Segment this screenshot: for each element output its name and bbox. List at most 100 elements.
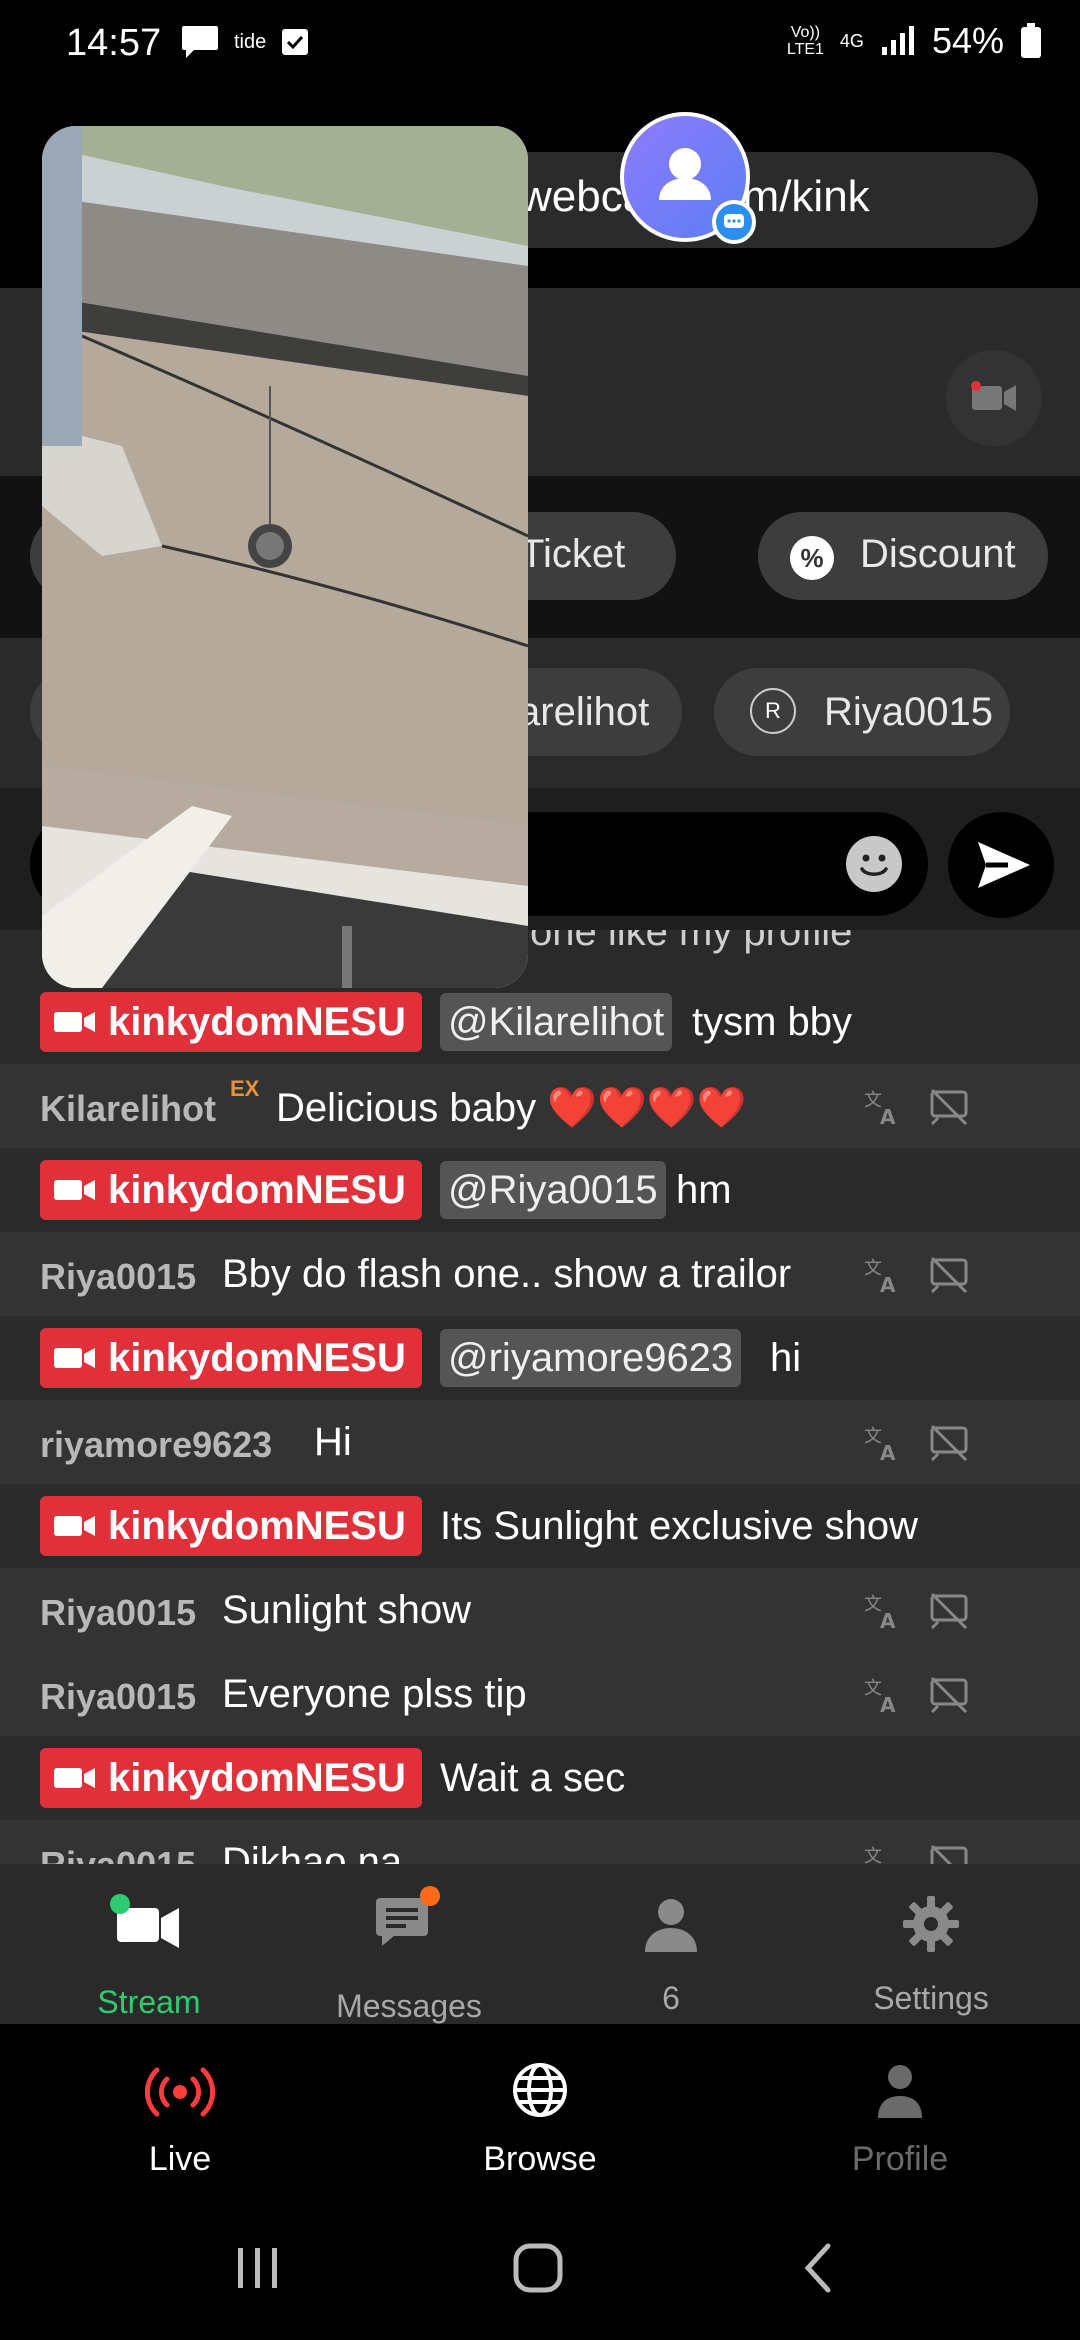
tab-viewers[interactable]: 6	[536, 1864, 806, 2024]
home-icon[interactable]	[508, 2238, 568, 2298]
nav-label: Live	[148, 2140, 212, 2178]
mention-tag[interactable]: @riyamore9623	[440, 1329, 742, 1387]
signal-icon	[881, 26, 914, 55]
notification-app-label: tide	[234, 30, 267, 53]
browser-bottom-nav: Live Browse Profile	[0, 2024, 1080, 2204]
list-item: kinkydomNESU Wait a sec	[0, 1736, 1080, 1820]
message-text: Wait a sec	[440, 1756, 626, 1800]
url-text[interactable]: webcam.com/kink	[520, 172, 1000, 222]
tab-settings[interactable]: Settings	[796, 1864, 1066, 2024]
message-icon	[182, 26, 218, 58]
chat-messages[interactable]: yone like my profile kinkydomNESU @Kilar…	[0, 930, 1080, 1864]
tab-label: Settings	[873, 1980, 989, 2016]
send-icon	[978, 842, 1030, 888]
nav-label: Profile	[851, 2140, 949, 2178]
network-volte-label: Vo))	[790, 24, 821, 41]
host-badge[interactable]: kinkydomNESU	[40, 1328, 422, 1388]
hide-message-icon[interactable]	[928, 1422, 970, 1464]
chat-username[interactable]: Riya0015	[40, 1844, 196, 1864]
globe-icon	[513, 2063, 567, 2117]
translate-icon[interactable]: 文A	[862, 1674, 904, 1716]
list-item: Kilarelihot EX Delicious baby ❤️❤️❤️❤️ 文…	[0, 1064, 1080, 1148]
nav-label: Browse	[483, 2140, 597, 2178]
translate-icon[interactable]: 文A	[862, 1590, 904, 1632]
status-time: 14:57	[66, 22, 162, 64]
video-camera-icon	[110, 1894, 179, 1948]
message-text: Its Sunlight exclusive show	[440, 1504, 919, 1548]
hide-message-icon[interactable]	[928, 1590, 970, 1632]
mention-tag[interactable]: @Kilarelihot	[440, 993, 673, 1051]
video-camera-icon	[54, 1012, 95, 1032]
profile-icon	[878, 2065, 922, 2118]
checkbox-icon	[282, 29, 309, 55]
host-badge[interactable]: kinkydomNESU	[40, 1748, 422, 1808]
hide-message-icon[interactable]	[928, 1842, 970, 1864]
chat-username[interactable]: Riya0015	[40, 1256, 196, 1298]
chat-bubble-badge-icon	[712, 200, 756, 244]
nav-live[interactable]: Live	[0, 2024, 360, 2204]
svg-text:A: A	[880, 1441, 896, 1464]
message-icon	[376, 1886, 440, 1946]
message-text: hi	[770, 1336, 802, 1380]
nav-profile[interactable]: Profile	[720, 2024, 1080, 2204]
message-text: yone like my profile	[510, 930, 853, 954]
discount-button-label: Discount	[860, 532, 1016, 576]
host-username: kinkydomNESU	[108, 1335, 406, 1380]
send-button[interactable]	[948, 812, 1054, 918]
host-username: kinkydomNESU	[108, 999, 406, 1044]
mention-chip-label: Riya0015	[824, 690, 994, 734]
list-item: Riya0015 Dikhao na 文A	[0, 1820, 1080, 1864]
list-item: riyamore9623 Hi 文A	[0, 1400, 1080, 1484]
video-camera-icon	[54, 1768, 95, 1788]
network-lte-label: LTE1	[786, 41, 824, 58]
camera-toggle-button[interactable]	[946, 350, 1042, 446]
host-badge[interactable]: kinkydomNESU	[40, 1160, 422, 1220]
message-text: Everyone plss tip	[222, 1672, 527, 1716]
message-text: Delicious baby ❤️❤️❤️❤️	[276, 1086, 747, 1130]
message-text: Hi	[314, 1420, 352, 1464]
translate-icon[interactable]: 文A	[862, 1254, 904, 1296]
discount-icon: %	[790, 536, 834, 580]
hide-message-icon[interactable]	[928, 1674, 970, 1716]
host-badge[interactable]: kinkydomNESU	[40, 992, 422, 1052]
translate-icon[interactable]: 文A	[862, 1842, 904, 1864]
video-camera-off-icon	[971, 381, 1016, 411]
viewer-count: 6	[662, 1980, 680, 2016]
message-text: tysm bby	[692, 1000, 853, 1044]
back-icon[interactable]	[790, 2238, 850, 2298]
person-icon	[645, 1899, 697, 1952]
recent-apps-icon[interactable]	[228, 2238, 288, 2298]
nav-browse[interactable]: Browse	[360, 2024, 720, 2204]
tab-messages[interactable]: Messages	[274, 1864, 544, 2024]
host-username: kinkydomNESU	[108, 1167, 406, 1212]
mention-chip-label: arelihot	[518, 690, 650, 734]
host-badge[interactable]: kinkydomNESU	[40, 1496, 422, 1556]
chat-username[interactable]: Kilarelihot	[40, 1088, 216, 1130]
gear-icon	[903, 1896, 959, 1952]
hide-message-icon[interactable]	[928, 1254, 970, 1296]
tab-label: Messages	[336, 1988, 482, 2024]
chat-username[interactable]: riyamore9623	[40, 1424, 272, 1466]
message-text: Bby do flash one.. show a trailor	[222, 1252, 792, 1296]
chat-username[interactable]: Riya0015	[40, 1676, 196, 1718]
video-preview[interactable]	[42, 126, 528, 988]
broadcast-icon	[145, 2067, 215, 2117]
list-item: Riya0015 Sunlight show 文A	[0, 1568, 1080, 1652]
translate-icon[interactable]: 文A	[862, 1422, 904, 1464]
ticket-button-label: Ticket	[520, 532, 626, 576]
chat-username[interactable]: Riya0015	[40, 1592, 196, 1634]
svg-text:A: A	[880, 1105, 896, 1128]
tab-stream[interactable]: Stream	[14, 1864, 284, 2024]
hide-message-icon[interactable]	[928, 1086, 970, 1128]
emoji-icon[interactable]	[846, 836, 902, 892]
system-navigation-bar	[0, 2204, 1080, 2340]
host-username: kinkydomNESU	[108, 1755, 406, 1800]
list-item: Riya0015 Everyone plss tip 文A	[0, 1652, 1080, 1736]
battery-percent: 54%	[931, 20, 1004, 61]
mention-tag[interactable]: @Riya0015	[440, 1161, 666, 1219]
svg-text:A: A	[880, 1693, 896, 1716]
translate-icon[interactable]: 文A	[862, 1086, 904, 1128]
list-item: kinkydomNESU @Kilarelihot tysm bby	[0, 980, 1080, 1064]
tab-label: Stream	[97, 1984, 201, 2020]
list-item: kinkydomNESU @Riya0015 hm	[0, 1148, 1080, 1232]
